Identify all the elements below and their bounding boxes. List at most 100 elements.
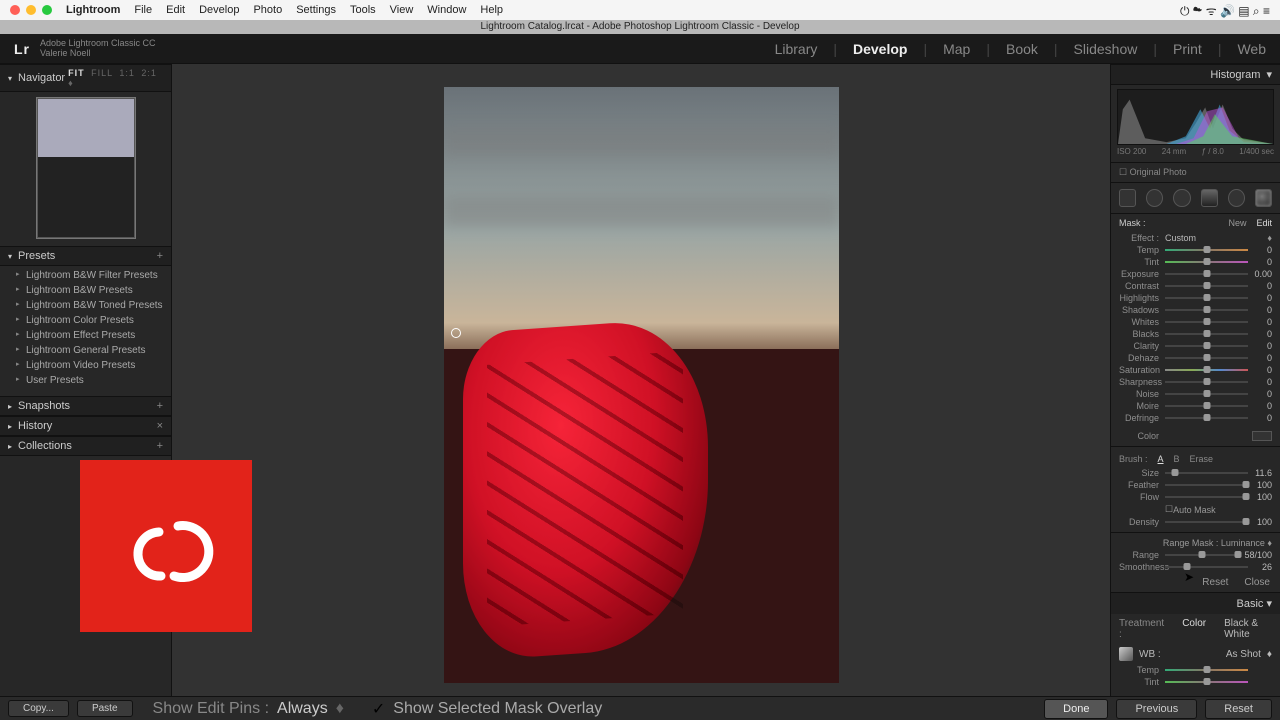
slider-sharpness[interactable]: Sharpness 0	[1111, 376, 1280, 388]
treatment-color[interactable]: Color	[1182, 618, 1206, 640]
preset-folder[interactable]: Lightroom Color Presets	[0, 313, 171, 328]
reset-button[interactable]: Reset	[1205, 699, 1272, 719]
slider-noise[interactable]: Noise 0	[1111, 388, 1280, 400]
history-header[interactable]: ▸History×	[0, 416, 171, 436]
menu-view[interactable]: View	[390, 4, 414, 16]
module-print[interactable]: Print	[1173, 41, 1202, 57]
slider-whites[interactable]: Whites 0	[1111, 316, 1280, 328]
paste-button[interactable]: Paste	[77, 700, 133, 717]
spot-tool[interactable]	[1146, 189, 1163, 207]
preset-folder[interactable]: Lightroom B&W Filter Presets	[0, 268, 171, 283]
navigator-header[interactable]: ▾Navigator FIT FILL 1:1 2:1 ♦	[0, 64, 171, 92]
preset-folder[interactable]: Lightroom B&W Toned Presets	[0, 298, 171, 313]
brush-close[interactable]: Close	[1244, 577, 1270, 588]
menu-photo[interactable]: Photo	[253, 4, 282, 16]
slider-temp[interactable]: Temp 0	[1111, 244, 1280, 256]
radial-tool[interactable]	[1228, 189, 1245, 207]
slider-exposure[interactable]: Exposure 0.00	[1111, 268, 1280, 280]
gradient-tool[interactable]	[1201, 189, 1218, 207]
rangemask-row[interactable]: Range Mask : Luminance ♦	[1111, 537, 1280, 549]
copy-button[interactable]: Copy...	[8, 700, 69, 717]
preset-folder[interactable]: Lightroom B&W Presets	[0, 283, 171, 298]
original-photo-toggle[interactable]: ☐ Original Photo	[1111, 163, 1280, 183]
slider-tint[interactable]: Tint 0	[1111, 256, 1280, 268]
menu-edit[interactable]: Edit	[166, 4, 185, 16]
mac-status-icons: ⏻ ☁ ᯤ 🔊 ▤ ⌕ ≡	[1180, 2, 1270, 19]
slider-size[interactable]: Size 11.6	[1111, 467, 1280, 479]
zoom-modes[interactable]: FIT FILL 1:1 2:1 ♦	[65, 68, 163, 88]
window-controls[interactable]	[10, 5, 52, 15]
brush-a[interactable]: A	[1158, 454, 1164, 464]
slider-smoothness[interactable]: Smoothness 26	[1111, 561, 1280, 573]
redeye-tool[interactable]	[1173, 189, 1190, 207]
slider-defringe[interactable]: Defringe 0	[1111, 412, 1280, 424]
wb-row[interactable]: WB : As Shot ♦	[1111, 644, 1280, 664]
preset-folder[interactable]: Lightroom Video Presets	[0, 358, 171, 373]
photo[interactable]	[444, 87, 839, 683]
creative-cloud-icon	[80, 460, 252, 632]
menu-file[interactable]: File	[134, 4, 152, 16]
brush-erase[interactable]: Erase	[1190, 454, 1214, 464]
crop-tool[interactable]	[1119, 189, 1136, 207]
mac-menubar: Lightroom File Edit Develop Photo Settin…	[0, 0, 1280, 20]
slider-flow[interactable]: Flow 100	[1111, 491, 1280, 503]
slider-shadows[interactable]: Shadows 0	[1111, 304, 1280, 316]
menu-tools[interactable]: Tools	[350, 4, 376, 16]
slider-contrast[interactable]: Contrast 0	[1111, 280, 1280, 292]
treatment-row: Treatment : Color Black & White	[1111, 614, 1280, 644]
menu-settings[interactable]: Settings	[296, 4, 336, 16]
treatment-bw[interactable]: Black & White	[1224, 618, 1272, 640]
slider-highlights[interactable]: Highlights 0	[1111, 292, 1280, 304]
brush-b[interactable]: B	[1174, 454, 1180, 464]
previous-button[interactable]: Previous	[1116, 699, 1197, 719]
snapshots-header[interactable]: ▸Snapshots+	[0, 396, 171, 416]
slider-range[interactable]: Range 58/100	[1111, 549, 1280, 561]
slider-moire[interactable]: Moire 0	[1111, 400, 1280, 412]
module-map[interactable]: Map	[943, 41, 970, 57]
overlay-check[interactable]: ✓	[372, 699, 385, 719]
module-library[interactable]: Library	[775, 41, 818, 57]
bottom-bar: Copy... Paste Show Edit Pins : Always♦ ✓…	[0, 696, 1280, 720]
preset-folder[interactable]: Lightroom General Presets	[0, 343, 171, 358]
slider-temp[interactable]: Temp	[1111, 664, 1280, 676]
right-panel: Histogram▾ ISO 20024 mmƒ / 8.01/400 sec …	[1110, 64, 1280, 706]
menu-window[interactable]: Window	[427, 4, 466, 16]
editpins-value[interactable]: Always	[277, 700, 328, 718]
window-title: Lightroom Catalog.lrcat - Adobe Photosho…	[0, 20, 1280, 34]
brush-reset[interactable]: Reset	[1202, 577, 1228, 588]
module-develop[interactable]: Develop	[853, 41, 907, 57]
done-button[interactable]: Done	[1044, 699, 1108, 719]
mask-row: Mask : NewEdit	[1111, 214, 1280, 232]
menu-help[interactable]: Help	[480, 4, 503, 16]
slider-feather[interactable]: Feather 100	[1111, 479, 1280, 491]
presets-header[interactable]: ▾Presets+	[0, 246, 171, 266]
automask-row[interactable]: ☐ Auto Mask	[1111, 503, 1280, 516]
histogram[interactable]	[1117, 89, 1274, 145]
lr-subtitle: Adobe Lightroom Classic CC Valerie Noell	[40, 39, 156, 59]
brush-tool[interactable]	[1255, 189, 1272, 207]
preset-folder[interactable]: User Presets	[0, 373, 171, 388]
histogram-header[interactable]: Histogram▾	[1111, 64, 1280, 85]
mask-new[interactable]: New	[1228, 218, 1246, 228]
basic-header[interactable]: Basic ▾	[1111, 592, 1280, 614]
slider-clarity[interactable]: Clarity 0	[1111, 340, 1280, 352]
module-book[interactable]: Book	[1006, 41, 1038, 57]
module-web[interactable]: Web	[1237, 41, 1266, 57]
slider-saturation[interactable]: Saturation 0	[1111, 364, 1280, 376]
slider-dehaze[interactable]: Dehaze 0	[1111, 352, 1280, 364]
lr-logo: Lr	[14, 41, 30, 57]
editpins-label: Show Edit Pins :	[153, 700, 270, 718]
slider-density[interactable]: Density 100	[1111, 516, 1280, 528]
navigator-thumbnail[interactable]	[37, 98, 135, 238]
wb-picker-icon[interactable]	[1119, 647, 1133, 661]
collections-header[interactable]: ▸Collections+	[0, 436, 171, 456]
menu-develop[interactable]: Develop	[199, 4, 239, 16]
effect-row[interactable]: Effect :Custom♦	[1111, 232, 1280, 244]
lr-header: Lr Adobe Lightroom Classic CC Valerie No…	[0, 34, 1280, 64]
module-slideshow[interactable]: Slideshow	[1074, 41, 1138, 57]
slider-blacks[interactable]: Blacks 0	[1111, 328, 1280, 340]
mask-edit[interactable]: Edit	[1256, 218, 1272, 228]
slider-tint[interactable]: Tint	[1111, 676, 1280, 688]
preset-folder[interactable]: Lightroom Effect Presets	[0, 328, 171, 343]
color-row[interactable]: Color	[1111, 430, 1280, 442]
